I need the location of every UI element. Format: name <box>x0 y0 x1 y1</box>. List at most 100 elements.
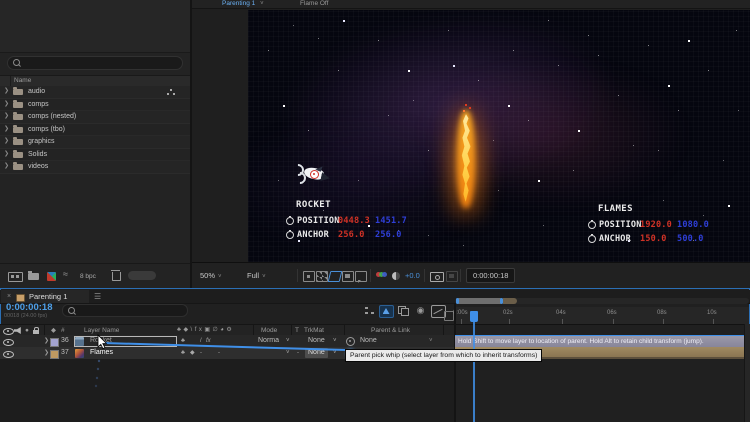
chevron-right-icon[interactable]: ❯ <box>44 347 49 359</box>
fx-switch-icon[interactable]: fx <box>206 335 211 347</box>
eye-icon[interactable] <box>3 350 14 358</box>
show-snapshot-icon[interactable] <box>446 271 458 282</box>
timeline-current-time[interactable]: 0:00:00:18 <box>6 302 52 313</box>
chevron-right-icon[interactable]: ❯ <box>4 149 9 161</box>
flame-sparks <box>465 104 467 106</box>
interpret-footage-icon[interactable] <box>8 272 23 282</box>
folder-icon <box>13 99 23 108</box>
navigator-bar[interactable] <box>456 298 503 304</box>
channel-blue-icon[interactable] <box>382 272 387 277</box>
position-label: POSITION <box>599 220 642 230</box>
folder-label: Solids <box>28 150 48 158</box>
transparency-grid-icon[interactable] <box>316 271 328 282</box>
after-effects-window: Name ❯ audio ❯ comps ❯ comps (nested) ❯ <box>0 0 750 422</box>
grid-guides-options-icon[interactable] <box>303 271 315 282</box>
playhead-line <box>473 311 475 422</box>
timeline-search-input[interactable] <box>62 304 188 317</box>
folder-row-comps-tbo[interactable]: ❯ comps (tbo) <box>0 124 190 137</box>
chevron-down-icon: ˅ <box>262 274 266 280</box>
resolution-half-icon[interactable] <box>392 272 400 280</box>
panel-menu-icon[interactable]: ☰ <box>94 290 101 303</box>
motion-blur-icon[interactable]: ◉ <box>414 305 427 316</box>
folder-row-graphics[interactable]: ❯ graphics <box>0 136 190 149</box>
viewer-timecode[interactable]: 0:00:00:18 <box>466 268 516 283</box>
bit-depth-button[interactable]: 8 bpc <box>80 272 96 282</box>
pick-whip-icon[interactable] <box>346 337 355 346</box>
folder-label: audio <box>28 88 46 95</box>
folder-row-audio[interactable]: ❯ audio <box>0 86 190 99</box>
quality-switch-icon[interactable]: - <box>200 347 202 359</box>
new-folder-icon[interactable] <box>28 271 39 280</box>
folder-icon <box>13 137 23 145</box>
folder-icon <box>13 149 23 158</box>
shy-switch-icon[interactable]: ♣ <box>181 347 185 359</box>
folder-row-comps[interactable]: ❯ comps <box>0 99 190 112</box>
eye-icon[interactable] <box>3 338 14 346</box>
project-panel-toolbar: ≈ 8 bpc <box>0 263 190 288</box>
playhead-handle[interactable] <box>470 311 478 322</box>
flames-title: FLAMES <box>598 204 633 214</box>
proxy-icon[interactable]: ≈ <box>63 269 68 279</box>
trkmat-dropdown[interactable]: None <box>308 335 325 347</box>
snapshot-camera-icon[interactable] <box>430 272 444 282</box>
folder-icon <box>13 162 23 170</box>
project-folder-list: ❯ audio ❯ comps ❯ comps (nested) ❯ comps… <box>0 86 190 174</box>
chevron-right-icon[interactable]: ❯ <box>4 86 9 98</box>
tab-flame-off[interactable]: Flame Off <box>300 0 328 8</box>
exposure-value[interactable]: +0.0 <box>405 271 420 281</box>
draft-3d-icon[interactable] <box>379 305 394 318</box>
timeline-scrollbar-track[interactable] <box>744 324 750 422</box>
timeline-navigator[interactable] <box>455 298 749 304</box>
position-x-value: 1920.0 <box>640 220 672 230</box>
ruler-tick-label: 02s <box>503 310 513 316</box>
guides-icon[interactable] <box>355 271 367 282</box>
resolution-dropdown[interactable]: Full ˅ <box>247 271 266 282</box>
chevron-right-icon[interactable]: ❯ <box>4 111 9 123</box>
mini-flowchart-icon[interactable] <box>363 305 376 316</box>
chevron-right-icon[interactable]: ❯ <box>44 335 49 347</box>
region-of-interest-icon[interactable] <box>327 271 343 282</box>
magnification-dropdown[interactable]: 50% ˅ <box>200 271 222 282</box>
collapse-switch-icon[interactable]: ◆ <box>190 347 195 359</box>
trkmat-dropdown[interactable]: None <box>305 348 328 358</box>
switch-dash[interactable]: - <box>218 347 220 359</box>
quality-switch-icon[interactable]: / <box>200 335 202 347</box>
folder-label: comps (tbo) <box>28 125 65 133</box>
timeline-panel-split[interactable] <box>454 303 456 422</box>
chevron-right-icon[interactable]: ❯ <box>4 124 9 136</box>
folder-row-comps-nested[interactable]: ❯ comps (nested) <box>0 111 190 124</box>
rocket-layer-bar[interactable]: Hold Shift to move layer to location of … <box>455 335 750 347</box>
used-in-comps-icon <box>170 89 172 91</box>
composition-view[interactable]: ROCKET POSITION 0448.3 1451.7 ANCHOR 256… <box>248 10 750 262</box>
video-column-eye-icon[interactable] <box>3 328 14 335</box>
switch-dash[interactable]: - <box>297 347 299 359</box>
audio-column-speaker-icon[interactable] <box>14 327 21 334</box>
shy-switch-icon[interactable]: ♣ <box>181 335 185 347</box>
chevron-right-icon[interactable]: ❯ <box>4 99 9 111</box>
mask-visibility-icon[interactable] <box>342 271 354 282</box>
layer-name[interactable]: Rocket <box>90 335 112 347</box>
lock-column-icon[interactable] <box>33 326 39 334</box>
layer-color-swatch[interactable] <box>50 337 59 347</box>
stopwatch-icon <box>286 216 294 225</box>
rocket-nose <box>320 172 331 183</box>
stopwatch-icon <box>588 234 596 243</box>
frame-blending-icon[interactable] <box>397 305 410 316</box>
tab-parenting-1[interactable]: Parenting 1 ˅ <box>222 0 264 8</box>
layer-index: 37 <box>61 349 69 356</box>
blend-mode-dropdown[interactable]: Norma <box>258 335 279 347</box>
layer-color-swatch[interactable] <box>50 349 59 359</box>
time-ruler[interactable]: 0:00s 02s 04s 06s 08s 10s <box>453 307 749 325</box>
parent-dropdown[interactable]: None <box>360 335 377 347</box>
chevron-right-icon[interactable]: ❯ <box>4 136 9 148</box>
render-progress-pill <box>128 271 156 280</box>
folder-row-videos[interactable]: ❯ videos <box>0 161 190 174</box>
chevron-right-icon[interactable]: ❯ <box>4 161 9 173</box>
layer-name[interactable]: Flames <box>90 347 113 359</box>
delete-item-icon[interactable] <box>111 270 121 281</box>
new-composition-icon[interactable] <box>47 272 56 281</box>
folder-row-solids[interactable]: ❯ Solids <box>0 149 190 162</box>
folder-label: comps (nested) <box>28 113 77 120</box>
project-search-input[interactable] <box>7 56 183 70</box>
viewer-toolbar: 50% ˅ Full ˅ +0.0 0:00:00:18 <box>192 262 750 289</box>
